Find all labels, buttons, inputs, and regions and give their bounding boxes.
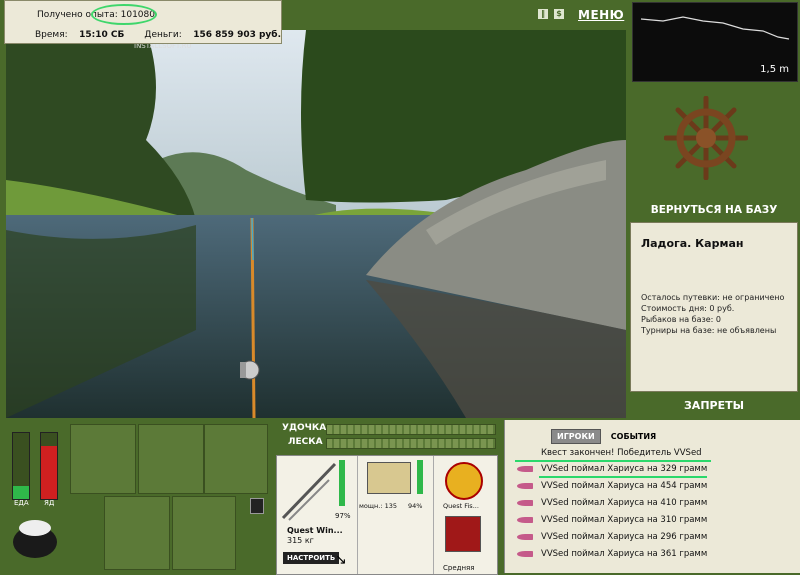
info-line: Рыбаков на базе: 0 [641, 315, 721, 324]
fish-icon [517, 482, 533, 489]
fish-icon [517, 550, 533, 557]
food-label: ЕДА [14, 499, 29, 507]
money-label: Деньги: [144, 30, 182, 40]
line-spool-icon[interactable] [445, 462, 483, 500]
fishing-scene[interactable]: INSTALLSOFT.RU [6, 30, 626, 418]
chat-line: VVSed поймал Хариуса на 310 грамм [517, 515, 707, 525]
rod-label: УДОЧКА [282, 423, 327, 433]
bans-button[interactable]: ЗАПРЕТЫ [628, 399, 800, 412]
fish-icon [517, 516, 533, 523]
lure-icon[interactable] [445, 516, 481, 552]
poison-label: ЯД [44, 499, 55, 507]
backpack-slot[interactable] [70, 424, 136, 494]
xp-highlight [91, 4, 157, 25]
stats-panel: Получено опыта: 101080 Время: 15:10 СБ Д… [4, 0, 282, 44]
setup-button[interactable]: НАСТРОИТЬ [283, 552, 340, 564]
arrow-icon[interactable]: ↘ [335, 552, 347, 568]
line-name: Quest Fis... [443, 502, 479, 510]
right-panel: 1,5 m ВЕРНУТЬСЯ НА БАЗУ Ладога. Карман О… [628, 0, 800, 420]
divider [357, 456, 358, 574]
sack-slot[interactable] [138, 424, 204, 494]
lure-level: Средняя [443, 564, 475, 572]
time-value: 15:10 СБ [79, 30, 125, 40]
pause-icon[interactable]: ‖ [538, 9, 548, 19]
line-tension-bar [326, 438, 496, 449]
chat-line: VVSed поймал Хариуса на 361 грамм [517, 549, 707, 559]
chat-panel: ИГРОКИ СОБЫТИЯ Квест закончен! Победител… [504, 420, 800, 573]
highlight-underline [539, 476, 707, 478]
location-info-panel: Ладога. Карман Осталось путевки: не огра… [630, 222, 798, 392]
reel-power: мощн.: 135 [359, 502, 397, 510]
lake-landscape [6, 30, 626, 418]
info-line: Стоимость дня: 0 руб. [641, 304, 735, 313]
reel-percent: 94% [408, 502, 423, 510]
chat-line: VVSed поймал Хариуса на 454 грамм [517, 481, 707, 491]
toggle-icon[interactable] [250, 498, 264, 514]
tab-events[interactable]: СОБЫТИЯ [606, 430, 661, 443]
depth-value: 1,5 m [760, 64, 789, 75]
poison-meter [40, 432, 58, 500]
food-basket-slot[interactable] [104, 496, 170, 570]
dollar-icon[interactable]: $ [554, 9, 564, 19]
quest-message: Квест закончен! Победитель VVSed [541, 448, 702, 458]
rod-weight: 315 кг [287, 536, 314, 545]
depth-map: 1,5 m [632, 2, 798, 82]
menu-button[interactable]: МЕНЮ [578, 8, 624, 22]
fish-icon [517, 499, 533, 506]
top-toolbar: ‖ $ МЕНЮ [282, 0, 626, 30]
line-label: ЛЕСКА [288, 437, 323, 447]
bottom-panel: ЕДА ЯД УДОЧКА ЛЕСКА 97% Quest Win... 315… [0, 420, 800, 575]
chat-line: VVSed поймал Хариуса на 410 грамм [517, 498, 707, 508]
money-value: 156 859 903 руб. [193, 30, 282, 40]
chat-text: VVSed поймал Хариуса на 310 грамм [541, 515, 708, 525]
chat-text: VVSed поймал Хариуса на 296 грамм [541, 532, 708, 542]
tab-players[interactable]: ИГРОКИ [551, 429, 601, 444]
chat-text: VVSed поймал Хариуса на 454 грамм [541, 481, 708, 491]
chat-line: VVSed поймал Хариуса на 296 грамм [517, 532, 707, 542]
rod-tension-bar [326, 424, 496, 435]
time-money-row: Время: 15:10 СБ Деньги: 156 859 903 руб. [35, 30, 281, 40]
info-line: Осталось путевки: не ограничено [641, 293, 785, 302]
cauldron-icon[interactable] [10, 516, 60, 560]
fish-icon [517, 465, 533, 472]
chat-text: VVSed поймал Хариуса на 329 грамм [541, 464, 708, 474]
chat-tabs: ИГРОКИ СОБЫТИЯ [551, 424, 661, 444]
chat-text: VVSed поймал Хариуса на 361 грамм [541, 549, 708, 559]
rod-icon[interactable] [279, 458, 339, 524]
return-to-base-button[interactable]: ВЕРНУТЬСЯ НА БАЗУ [628, 204, 800, 216]
reel-health-bar [417, 460, 423, 494]
ship-wheel-icon[interactable] [663, 95, 749, 181]
time-label: Время: [35, 30, 68, 40]
fish-icon [517, 533, 533, 540]
info-line: Турниры на базе: не объявлены [641, 326, 777, 335]
rod-percent: 97% [335, 512, 351, 520]
chat-text: VVSed поймал Хариуса на 410 грамм [541, 498, 708, 508]
reel-icon[interactable] [367, 462, 411, 494]
highlight-underline [515, 460, 711, 462]
chat-line: VVSed поймал Хариуса на 329 грамм [517, 464, 707, 474]
rod-health-bar [339, 460, 345, 506]
bucket-slot[interactable] [172, 496, 236, 570]
location-name: Ладога. Карман [641, 237, 744, 250]
rod-name: Quest Win... [287, 526, 343, 535]
tackle-panel: 97% Quest Win... 315 кг НАСТРОИТЬ ↘ мощн… [276, 455, 498, 575]
food-meter [12, 432, 30, 500]
divider [433, 456, 434, 574]
map-slot[interactable] [204, 424, 268, 494]
